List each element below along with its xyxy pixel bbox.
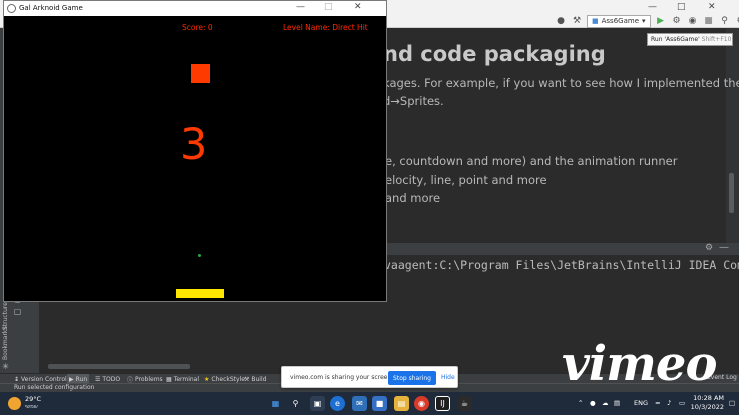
cloud-icon[interactable]: ☁ (602, 399, 609, 407)
store-icon[interactable]: ■ (372, 396, 387, 411)
screen-share-bar: vimeo.com is sharing your screen. Stop s… (281, 366, 458, 388)
task-view-icon[interactable]: ▣ (310, 396, 325, 411)
hide-share-bar-link[interactable]: Hide (441, 374, 455, 381)
user-icon[interactable]: ● (555, 15, 567, 27)
tooltip-text: Run 'Ass6Game' (651, 36, 700, 43)
battery-icon[interactable]: ▭ (679, 399, 685, 407)
run-icon[interactable]: ▶ (655, 15, 667, 27)
tooltip-shortcut: Shift+F10 (701, 36, 732, 43)
hammer-icon: ⚒ (244, 375, 250, 383)
minimize-icon[interactable]: — (296, 2, 305, 12)
coverage-icon[interactable]: ◉ (687, 15, 699, 27)
trash-icon[interactable]: ▢ (13, 307, 22, 316)
app-icon: ■ (592, 17, 599, 25)
editor-scrollbar[interactable] (726, 28, 739, 243)
hammer-icon[interactable]: ⚒ (571, 15, 583, 27)
game-title-bar[interactable]: Gal Arknoid Game — □ ✕ (4, 1, 386, 16)
search-icon[interactable]: ⚲ (288, 396, 303, 411)
edge-icon[interactable]: e (330, 396, 345, 411)
game-canvas[interactable]: Score: 0 Level Name: Direct Hit 3 (8, 17, 384, 299)
share-message: vimeo.com is sharing your screen. (290, 374, 394, 381)
tab-label: Terminal (173, 375, 200, 383)
list-icon: ☰ (95, 375, 101, 383)
debug-icon[interactable]: ⚙ (671, 15, 683, 27)
search-icon[interactable]: ⚲ (719, 15, 731, 27)
readme-line: d→Sprites. (383, 94, 444, 108)
clock-time: 10:28 AM (693, 394, 724, 402)
start-icon[interactable]: ▦ (268, 396, 283, 411)
weather-temperature[interactable]: 29°C (25, 395, 41, 403)
gear-icon[interactable]: ⚙ (735, 15, 739, 27)
readme-line: elocity, line, point and more (385, 173, 547, 187)
run-icon: ▶ (69, 375, 74, 383)
run-config-label: Ass6Game (601, 17, 640, 25)
bookmarks-side-tab[interactable]: Bookmarks (2, 326, 9, 360)
tab-label: Problems (135, 375, 163, 383)
close-icon[interactable]: ✕ (708, 2, 716, 12)
tab-label: Run (75, 375, 88, 383)
network-icon[interactable]: ▤ (614, 399, 620, 407)
readme-heading: nd code packaging (383, 42, 606, 66)
bluetooth-icon[interactable]: ● (590, 399, 596, 407)
maximize-icon[interactable]: □ (677, 2, 686, 12)
ide-toolbar: ● ⚒ ■ Ass6Game ▾ ▶ ⚙ ◉ ■ ⚲ ⚙ (555, 13, 739, 29)
console-output-line: vaagent:C:\Program Files\JetBrains\Intel… (384, 258, 739, 272)
notifications-icon[interactable]: □ (729, 399, 735, 407)
chevron-down-icon: ▾ (642, 17, 646, 25)
stop-sharing-button[interactable]: Stop sharing (388, 371, 436, 385)
java-icon[interactable]: ☕ (457, 396, 472, 411)
mail-icon[interactable]: ✉ (352, 396, 367, 411)
game-block (191, 64, 210, 83)
console-hscrollbar[interactable] (48, 364, 190, 369)
windows-taskbar: 29°C שמשי ▦ ⚲ ▣ e ✉ ■ ▤ ◉ IJ ☕ ⌃ ● ☁ ▤ E… (0, 392, 739, 415)
branch-icon: ↨ (14, 375, 20, 383)
run-config-select[interactable]: ■ Ass6Game ▾ (587, 14, 651, 28)
intellij-icon[interactable]: IJ (435, 396, 450, 411)
tab-label: CheckStyle (211, 375, 245, 383)
run-tooltip: Run 'Ass6Game' Shift+F10 (647, 33, 733, 46)
game-ball (198, 254, 201, 257)
wifi-icon[interactable]: ≈ (655, 399, 660, 407)
volume-icon[interactable]: ♪ (667, 399, 671, 407)
terminal-icon: ▦ (166, 375, 172, 383)
gear-icon[interactable]: ⚙ (705, 243, 713, 253)
clock-date: 10/3/2022 (690, 403, 724, 411)
hide-panel-icon[interactable]: — (719, 242, 729, 253)
screen: — □ ✕ ● ⚒ ■ Ass6Game ▾ ▶ ⚙ ◉ ■ ⚲ ⚙ nd co… (0, 0, 739, 415)
game-paddle (176, 289, 224, 298)
stop-icon[interactable]: ■ (703, 15, 715, 27)
status-text: Run selected configuration (14, 384, 95, 391)
chrome-icon[interactable]: ◉ (414, 396, 429, 411)
file-explorer-icon[interactable]: ▤ (394, 396, 409, 411)
weather-condition: שמשי (25, 404, 38, 410)
clock[interactable]: 10:28 AM 10/3/2022 (690, 394, 724, 412)
maximize-icon[interactable]: □ (324, 2, 333, 12)
minimize-icon[interactable]: — (648, 2, 657, 12)
game-window-title: Gal Arknoid Game (19, 4, 83, 12)
close-icon[interactable]: ✕ (354, 2, 362, 12)
readme-line: kages. For example, if you want to see h… (383, 76, 739, 90)
score-label: Score: 0 (182, 23, 213, 32)
pin-icon[interactable]: ✳ (1, 362, 10, 371)
vimeo-watermark: vimeo (562, 336, 717, 392)
level-name-label: Level Name: Direct Hit (283, 23, 368, 32)
readme-line: e, countdown and more) and the animation… (385, 154, 678, 168)
java-app-icon (7, 4, 16, 13)
scrollbar-thumb[interactable] (729, 173, 734, 213)
checkstyle-icon: ★ (204, 375, 210, 383)
language-indicator[interactable]: ENG (634, 399, 648, 407)
game-window[interactable]: Gal Arknoid Game — □ ✕ Score: 0 Level Na… (3, 0, 387, 302)
readme-line: and more (385, 191, 441, 205)
tab-label: Build (251, 375, 267, 383)
tab-label: Version Control (21, 375, 67, 383)
tray-chevron-icon[interactable]: ⌃ (578, 399, 583, 407)
tab-label: TODO (102, 375, 121, 383)
weather-sun-icon[interactable] (8, 397, 21, 410)
countdown-number: 3 (180, 120, 208, 170)
